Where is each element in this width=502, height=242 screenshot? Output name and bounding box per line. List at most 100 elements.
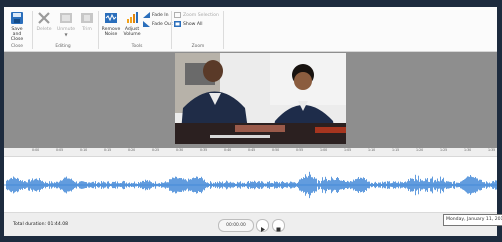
waveform-sample: [399, 183, 400, 187]
adjust-volume-button[interactable]: Adjust Volume: [122, 11, 142, 37]
show-all-button[interactable]: Show All: [174, 21, 203, 27]
waveform-sample: [134, 181, 135, 189]
waveform-sample: [320, 183, 321, 187]
unmute-dropdown-chevron-icon[interactable]: ▼: [56, 32, 76, 37]
waveform-sample: [261, 181, 262, 189]
waveform-sample: [148, 181, 149, 189]
fade-out-button[interactable]: Fade Out: [143, 21, 173, 27]
waveform-sample: [483, 182, 484, 188]
delete-button[interactable]: Delete: [35, 11, 53, 32]
waveform-sample: [22, 180, 23, 190]
waveform-sample: [44, 183, 45, 187]
waveform-sample: [478, 180, 479, 190]
current-time-display: 00:00.00: [218, 219, 254, 232]
waveform-sample: [56, 181, 57, 189]
waveform-sample: [455, 183, 456, 187]
waveform-sample: [137, 184, 138, 186]
waveform-sample: [238, 182, 239, 188]
fade-in-button[interactable]: Fade In: [143, 12, 169, 18]
waveform-sample: [89, 182, 90, 188]
waveform-sample: [407, 181, 408, 189]
waveform-sample: [258, 181, 259, 189]
waveform-sample: [72, 180, 73, 190]
waveform-sample: [161, 182, 162, 188]
ruler-tick: 0:15: [104, 148, 112, 152]
waveform-sample: [230, 181, 231, 189]
waveform-sample: [337, 177, 338, 193]
unmute-button[interactable]: Unmute ▼: [56, 11, 76, 37]
waveform-sample: [365, 180, 366, 190]
audio-waveform-track[interactable]: [4, 157, 497, 212]
waveform-sample: [472, 177, 473, 193]
waveform-sample: [90, 182, 91, 188]
waveform-sample: [141, 182, 142, 188]
waveform-sample: [60, 180, 61, 190]
waveform-sample: [298, 181, 299, 189]
waveform-sample: [165, 181, 166, 189]
waveform-sample: [194, 178, 195, 192]
waveform-sample: [34, 179, 35, 191]
waveform-sample: [47, 182, 48, 187]
waveform-sample: [354, 180, 355, 190]
waveform-sample: [270, 183, 271, 187]
waveform-sample: [440, 176, 441, 194]
waveform-sample: [409, 180, 410, 190]
stop-button[interactable]: [272, 219, 285, 232]
save-icon: [11, 12, 23, 24]
waveform-sample: [400, 181, 401, 189]
waveform-sample: [147, 180, 148, 190]
waveform-sample: [110, 183, 111, 186]
waveform-sample: [465, 178, 466, 192]
waveform-sample: [46, 182, 47, 187]
waveform-sample: [315, 178, 316, 192]
play-button[interactable]: [256, 219, 269, 232]
waveform-sample: [287, 182, 288, 188]
waveform-sample: [313, 178, 314, 192]
waveform-sample: [392, 182, 393, 188]
fade-out-label: Fade Out: [152, 21, 173, 27]
zoom-selection-button[interactable]: Zoom Selection: [174, 12, 219, 18]
waveform-sample: [156, 183, 157, 187]
video-frame-image: [175, 53, 346, 144]
waveform-sample: [201, 176, 202, 194]
video-frame[interactable]: [175, 53, 346, 144]
waveform-sample: [127, 183, 128, 187]
ribbon-separator: [32, 11, 33, 49]
ruler-tick: 0:10: [80, 148, 88, 152]
trim-button[interactable]: Trim: [79, 11, 95, 32]
waveform-sample: [417, 180, 418, 190]
waveform-sample: [111, 183, 112, 187]
waveform-sample: [394, 181, 395, 188]
waveform-sample: [158, 183, 159, 187]
waveform-sample: [243, 183, 244, 187]
waveform-sample: [176, 176, 177, 194]
waveform-sample: [352, 181, 353, 189]
waveform-sample: [186, 180, 187, 190]
save-and-close-button[interactable]: Save and Close: [7, 11, 27, 42]
waveform-sample: [340, 180, 341, 190]
waveform-sample: [260, 182, 261, 188]
waveform-sample: [336, 178, 337, 193]
waveform-sample: [114, 182, 115, 188]
waveform-sample: [157, 183, 158, 187]
ruler-tick: 0:20: [128, 148, 136, 152]
waveform-sample: [50, 183, 51, 187]
waveform-sample: [152, 183, 153, 187]
waveform-sample: [341, 180, 342, 190]
waveform-sample: [456, 182, 457, 188]
remove-noise-button[interactable]: Remove Noise: [100, 11, 122, 37]
waveform-sample: [278, 183, 279, 187]
waveform-sample: [252, 181, 253, 189]
waveform-sample: [25, 181, 26, 189]
waveform-sample: [249, 183, 250, 187]
waveform-sample: [342, 181, 343, 189]
waveform-sample: [131, 182, 132, 187]
delete-label: Delete: [36, 27, 52, 32]
waveform-sample: [326, 178, 327, 192]
timeline-ruler[interactable]: 0:00 0:05 0:10 0:15 0:20 0:25 0:30 0:35 …: [4, 148, 497, 157]
waveform-sample: [446, 181, 447, 189]
waveform-sample: [31, 180, 32, 190]
waveform-sample: [468, 176, 469, 194]
waveform-sample: [424, 181, 425, 189]
waveform-sample: [91, 182, 92, 188]
